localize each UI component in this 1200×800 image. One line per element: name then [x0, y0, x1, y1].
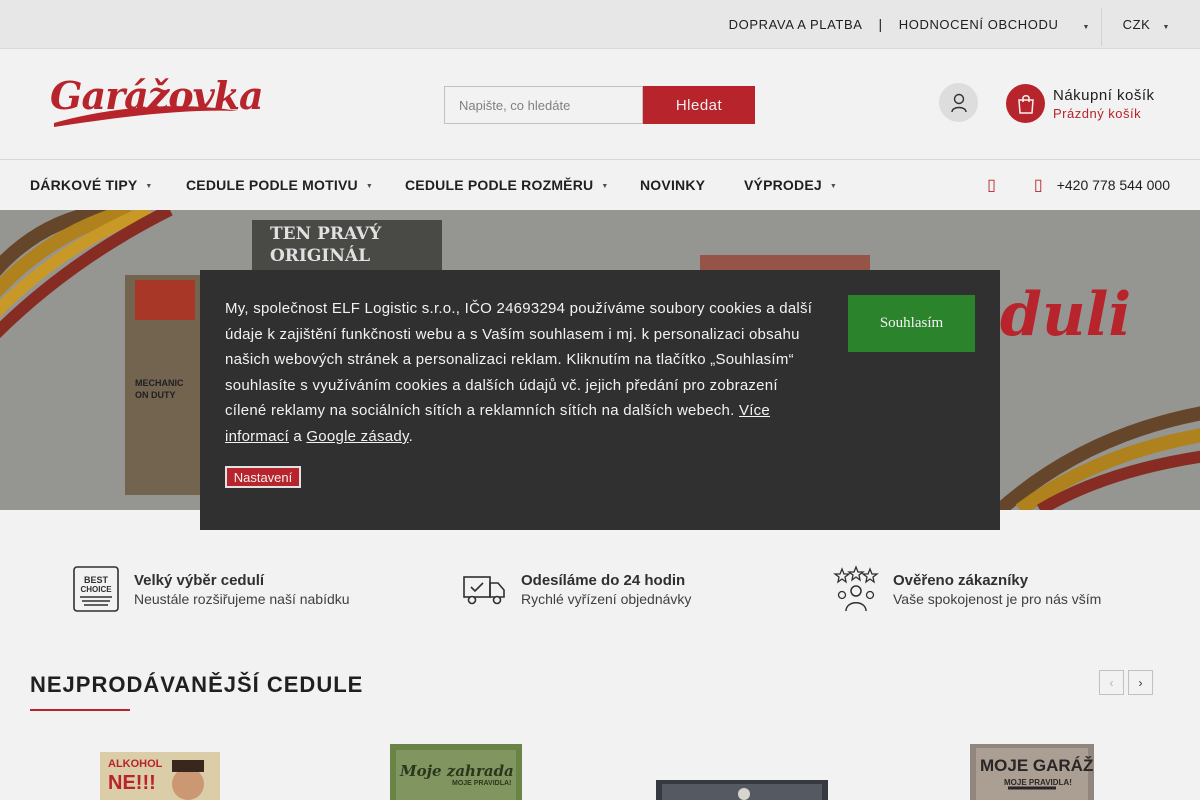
- phone-icon: ▯: [1033, 177, 1043, 194]
- nav-item-label: VÝPRODEJ: [744, 177, 822, 193]
- top-bar: DOPRAVA A PLATBA | HODNOCENÍ OBCHODU ▼ C…: [0, 0, 1200, 49]
- hero-headline: duli: [1000, 280, 1132, 350]
- cookie-banner: My, společnost ELF Logistic s.r.o., IČO …: [200, 270, 1000, 530]
- shipping-link[interactable]: DOPRAVA A PLATBA: [729, 17, 863, 32]
- feature-big-choice: BEST CHOICE Velký výběr cedulí Neustále …: [72, 565, 350, 613]
- shopping-bag-icon: [1006, 84, 1045, 123]
- phone-number[interactable]: +420 778 544 000: [1057, 177, 1170, 193]
- topbar-divider: [1101, 8, 1102, 46]
- product-label: NE!!!: [108, 772, 156, 794]
- main-nav: DÁRKOVÉ TIPY ▼ CEDULE PODLE MOTIVU ▼ CED…: [0, 160, 1200, 210]
- product-label: MOJE PRAVIDLA!: [1004, 778, 1072, 787]
- top-links-separator: |: [878, 16, 883, 32]
- chevron-left-icon: ‹: [1109, 675, 1114, 690]
- chevron-right-icon: ›: [1138, 675, 1143, 690]
- product-card[interactable]: MOJE GARÁŽ MOJE PRAVIDLA!: [968, 740, 1096, 800]
- product-card[interactable]: [654, 740, 830, 800]
- carousel-prev-button[interactable]: ‹: [1099, 670, 1124, 695]
- nav-item-gift-tips[interactable]: DÁRKOVÉ TIPY ▼: [30, 160, 153, 210]
- cart-status: Prázdný košík: [1053, 105, 1142, 121]
- nav-item-label: DÁRKOVÉ TIPY: [30, 177, 138, 193]
- product-label: MOJE GARÁŽ: [980, 756, 1094, 775]
- cart-title: Nákupní košík: [1053, 86, 1155, 104]
- feature-title: Ověřeno zákazníky: [893, 571, 1029, 589]
- chevron-down-icon: ▼: [1162, 23, 1170, 31]
- icon-label: CHOICE: [80, 585, 112, 594]
- bestsellers-title: NEJPRODÁVANĚJŠÍ CEDULE: [30, 672, 364, 697]
- nav-item-signs-by-size[interactable]: CEDULE PODLE ROZMĚRU ▼: [405, 160, 608, 210]
- chevron-down-icon: ▼: [601, 182, 609, 190]
- account-button[interactable]: [939, 83, 978, 122]
- search-form: Hledat: [444, 86, 755, 124]
- product-image: [656, 780, 828, 800]
- site-header: Garážovka Hledat Nákupní košík Prázdný k…: [0, 49, 1200, 160]
- feature-subtitle: Neustále rozšiřujeme naší nabídku: [134, 590, 350, 607]
- feature-title: Velký výběr cedulí: [134, 571, 265, 589]
- search-button[interactable]: Hledat: [643, 86, 755, 124]
- logo-swoosh-icon: [54, 106, 238, 127]
- cart-widget[interactable]: Nákupní košík Prázdný košík: [1006, 84, 1155, 123]
- feature-title: Odesíláme do 24 hodin: [521, 571, 686, 589]
- cookie-period: .: [408, 427, 413, 445]
- delivery-truck-icon: [463, 576, 505, 605]
- chevron-down-icon[interactable]: ▼: [1082, 24, 1090, 31]
- product-label: MOJE PRAVIDLA!: [452, 780, 512, 787]
- hero-sign-text: TEN PRAVÝ: [270, 224, 382, 244]
- nav-contact: ▯ ▯ +420 778 544 000: [987, 160, 1170, 210]
- nav-item-label: CEDULE PODLE ROZMĚRU: [405, 177, 594, 193]
- chevron-down-icon: ▼: [365, 182, 373, 190]
- product-card[interactable]: Moje zahrada MOJE PRAVIDLA!: [388, 740, 524, 800]
- carousel-next-button[interactable]: ›: [1128, 670, 1153, 695]
- feature-subtitle: Rychlé vyřízení objednávky: [521, 590, 692, 607]
- product-label: ALKOHOL: [108, 758, 163, 770]
- best-choice-icon: BEST CHOICE: [73, 566, 119, 612]
- hero-sign-text: MECHANIC: [135, 378, 184, 388]
- user-icon: [950, 93, 967, 112]
- accept-cookies-button[interactable]: Souhlasím: [848, 295, 975, 352]
- cookie-text: My, společnost ELF Logistic s.r.o., IČO …: [225, 296, 815, 450]
- shop-reviews-link[interactable]: HODNOCENÍ OBCHODU: [899, 17, 1059, 32]
- top-links: DOPRAVA A PLATBA | HODNOCENÍ OBCHODU ▼: [729, 0, 1090, 48]
- email-icon[interactable]: ▯: [987, 175, 996, 195]
- currency-label: CZK: [1122, 16, 1151, 32]
- cookie-settings-button[interactable]: Nastavení: [225, 466, 301, 488]
- logo[interactable]: Garážovka: [50, 71, 264, 133]
- cookie-message: My, společnost ELF Logistic s.r.o., IČO …: [225, 300, 813, 420]
- section-underline: [30, 709, 130, 711]
- nav-item-label: NOVINKY: [640, 177, 706, 193]
- hero-sign-text: ON DUTY: [135, 390, 176, 400]
- feature-verified: Ověřeno zákazníky Vaše spokojenost je pr…: [832, 565, 1101, 613]
- feature-fast-shipping: Odesíláme do 24 hodin Rychlé vyřízení ob…: [460, 565, 691, 613]
- chevron-down-icon: ▼: [145, 182, 153, 190]
- google-policy-link[interactable]: Google zásady: [306, 428, 408, 445]
- product-card[interactable]: ALKOHOL NE!!!: [100, 740, 220, 800]
- product-label: Moje zahrada: [400, 762, 514, 780]
- chevron-down-icon: ▼: [829, 182, 837, 190]
- nav-item-label: CEDULE PODLE MOTIVU: [186, 177, 358, 193]
- cookie-and: a: [293, 427, 302, 445]
- hero-sign-text: ORIGINÁL: [270, 246, 371, 266]
- search-input[interactable]: [444, 86, 643, 124]
- currency-selector[interactable]: CZK ▼: [1123, 0, 1170, 48]
- customers-stars-icon: [833, 565, 879, 612]
- nav-item-sale[interactable]: VÝPRODEJ ▼: [744, 160, 837, 210]
- nav-item-new[interactable]: NOVINKY: [640, 160, 705, 210]
- nav-item-signs-by-motif[interactable]: CEDULE PODLE MOTIVU ▼: [186, 160, 373, 210]
- feature-subtitle: Vaše spokojenost je pro nás vším: [893, 590, 1102, 607]
- icon-label: BEST: [84, 575, 109, 585]
